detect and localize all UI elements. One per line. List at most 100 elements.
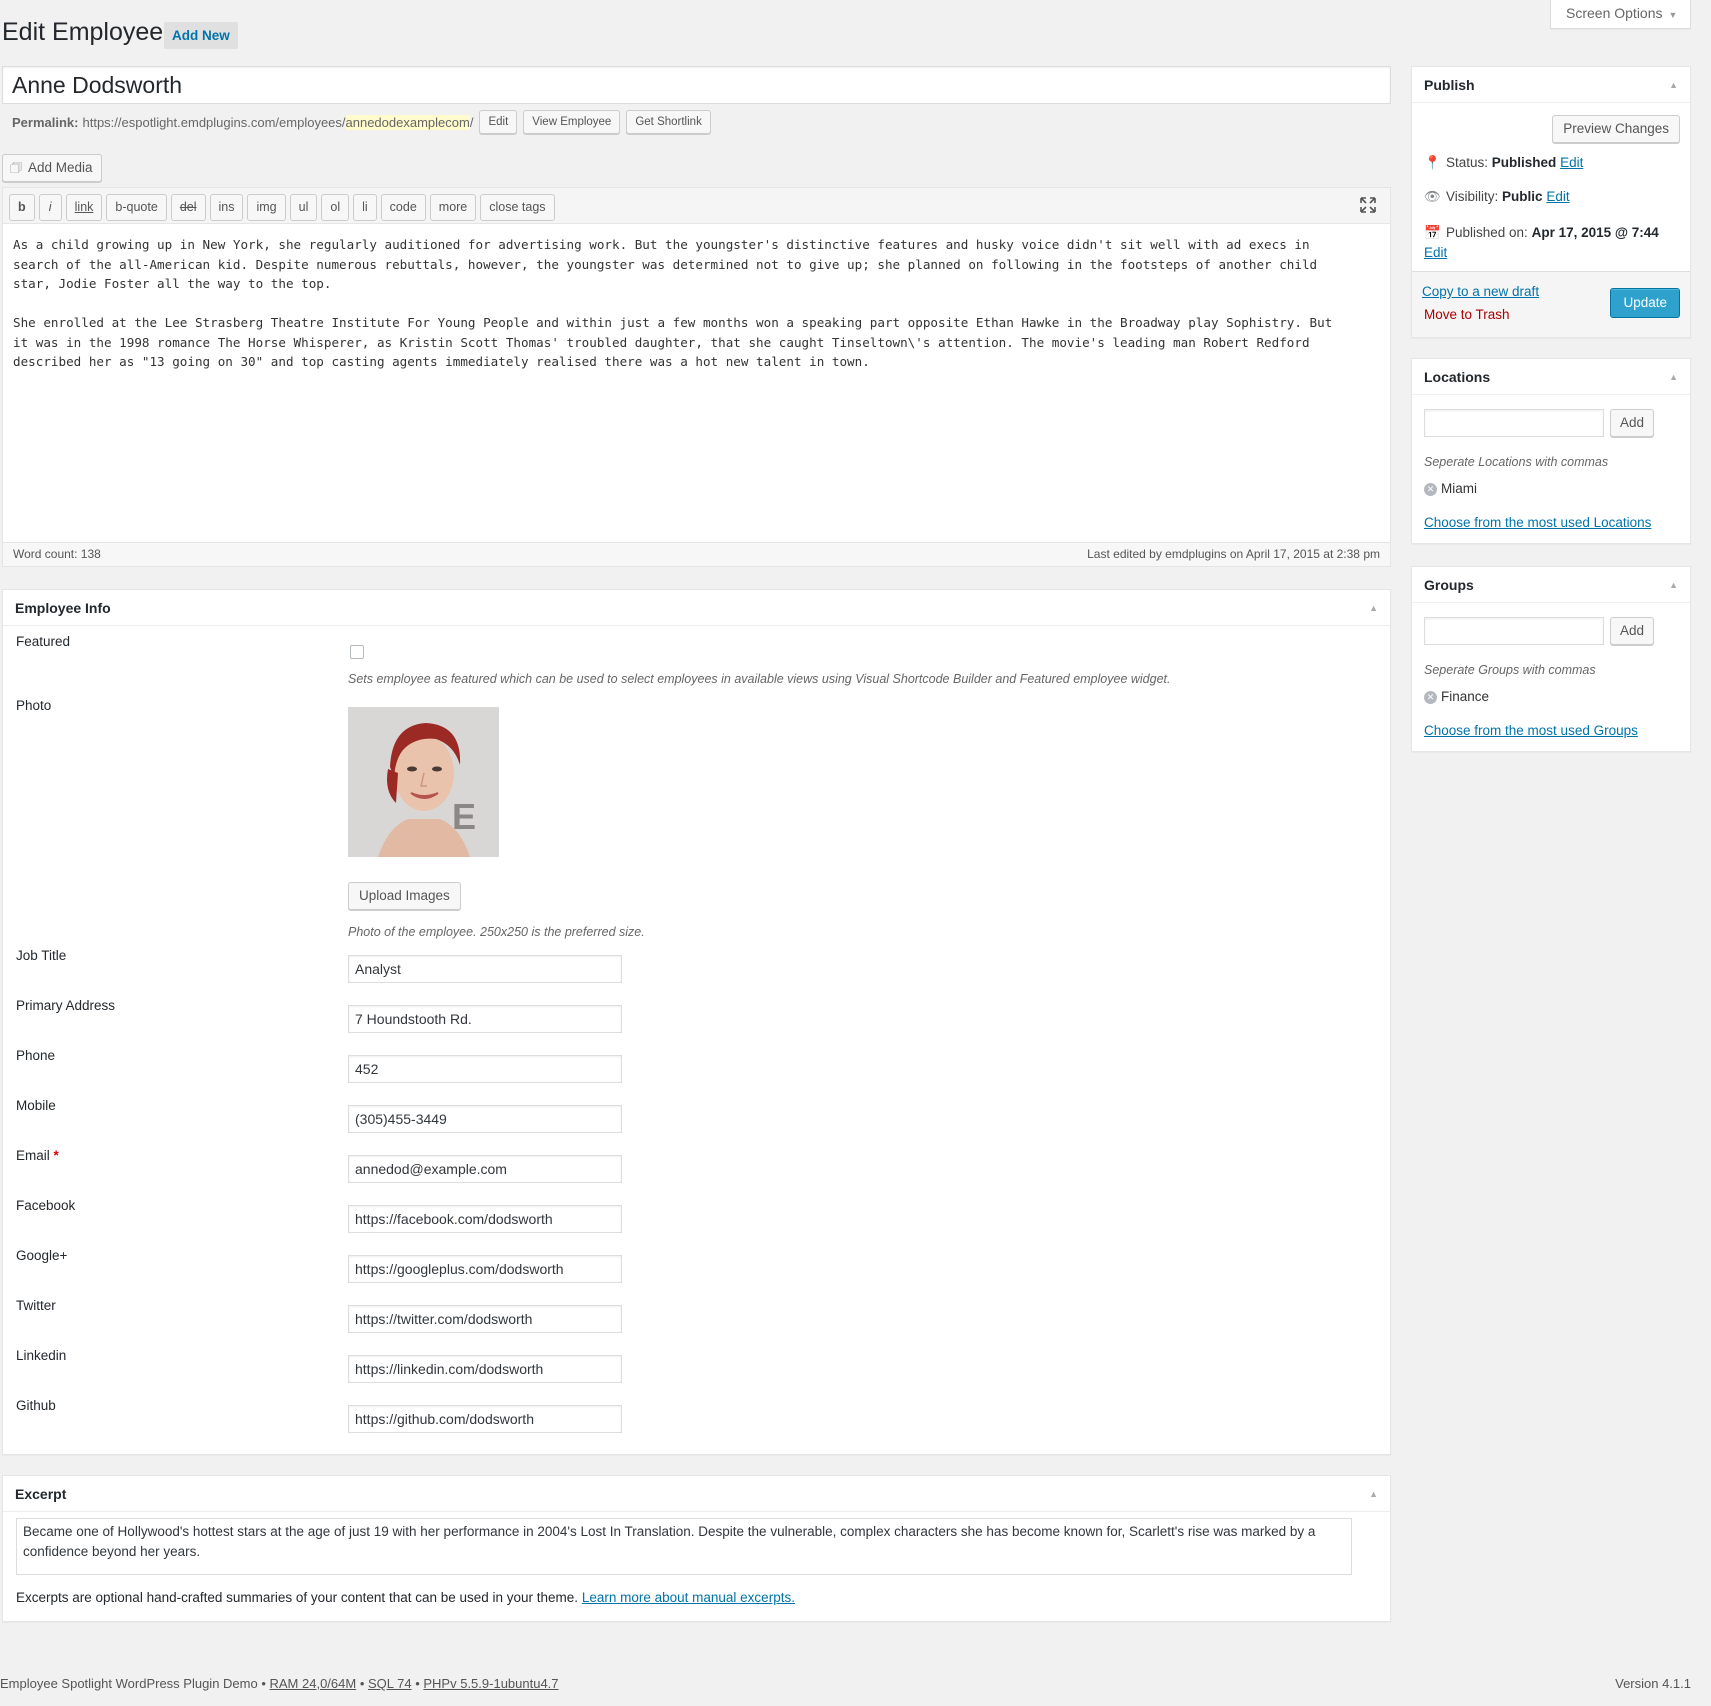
preview-changes-button[interactable]: Preview Changes [1552, 115, 1680, 143]
primary-address-input[interactable]: 7 Houndstooth Rd. [348, 1005, 622, 1033]
phone-input[interactable]: 452 [348, 1055, 622, 1083]
published-on-row: 📅 Published on: Apr 17, 2015 @ 7:44 Edit [1424, 223, 1659, 263]
copy-draft-link[interactable]: Copy to a new draft [1422, 284, 1539, 299]
get-shortlink-button[interactable]: Get Shortlink [626, 110, 711, 134]
most-used-groups-link[interactable]: Choose from the most used Groups [1424, 723, 1638, 738]
view-employee-button[interactable]: View Employee [523, 110, 621, 134]
permalink-slug[interactable]: annedodexamplecom [345, 114, 470, 130]
featured-label: Featured [16, 634, 71, 649]
groups-hint: Seperate Groups with commas [1424, 663, 1596, 677]
facebook-input[interactable]: https://facebook.com/dodsworth [348, 1205, 622, 1233]
locations-header[interactable]: Locations ▲ [1412, 359, 1690, 395]
collapse-arrow-icon[interactable]: ▲ [1669, 67, 1678, 103]
github-label: Github [16, 1398, 56, 1413]
excerpt-box: Excerpt ▲ Became one of Hollywood's hott… [2, 1475, 1391, 1622]
qt-more-button[interactable]: more [429, 194, 477, 221]
add-group-button[interactable]: Add [1610, 617, 1655, 645]
remove-tag-icon[interactable]: ✕ [1424, 483, 1437, 496]
learn-more-excerpts-link[interactable]: Learn more about manual excerpts. [582, 1590, 795, 1605]
caret-down-icon: ▼ [1668, 10, 1678, 20]
status-value: Published [1491, 155, 1557, 170]
mobile-label: Mobile [16, 1098, 56, 1113]
qt-bold-button[interactable]: b [9, 194, 35, 221]
permalink-label: Permalink: [12, 114, 79, 130]
qt-blockquote-button[interactable]: b-quote [106, 194, 167, 221]
page-title: Edit Employee [2, 18, 164, 46]
editor-status-bar: Word count: 138 Last edited by emdplugin… [3, 542, 1390, 566]
collapse-arrow-icon[interactable]: ▲ [1669, 567, 1678, 603]
footer-separator: • [257, 1676, 270, 1691]
required-marker: * [53, 1148, 59, 1163]
googleplus-input[interactable]: https://googleplus.com/dodsworth [348, 1255, 622, 1283]
remove-tag-icon[interactable]: ✕ [1424, 691, 1437, 704]
featured-description: Sets employee as featured which can be u… [348, 672, 1171, 686]
upload-images-button[interactable]: Upload Images [348, 882, 461, 910]
groups-header[interactable]: Groups ▲ [1412, 567, 1690, 603]
footer-separator: • [411, 1676, 424, 1691]
footer-sql: SQL 74 [367, 1676, 412, 1691]
eye-icon: 👁 [1424, 189, 1442, 204]
employee-info-title: Employee Info [15, 600, 111, 616]
employee-info-header[interactable]: Employee Info ▲ [3, 590, 1390, 626]
most-used-locations-link[interactable]: Choose from the most used Locations [1424, 515, 1651, 530]
locations-hint: Seperate Locations with commas [1424, 455, 1609, 469]
add-media-button[interactable]: 🗇 Add Media [2, 154, 102, 182]
permalink-base: https://espotlight.emdplugins.com/employ… [82, 114, 346, 130]
email-input[interactable]: annedod@example.com [348, 1155, 622, 1183]
content-textarea[interactable]: As a child growing up in New York, she r… [13, 235, 1383, 372]
email-label: Email [16, 1148, 50, 1163]
excerpt-header[interactable]: Excerpt ▲ [3, 1476, 1390, 1512]
qt-italic-button[interactable]: i [38, 194, 62, 221]
job-title-input[interactable]: Analyst [348, 955, 622, 983]
linkedin-input[interactable]: https://linkedin.com/dodsworth [348, 1355, 622, 1383]
footer-version: Version 4.1.1 [1615, 1676, 1691, 1691]
phone-label: Phone [16, 1048, 56, 1063]
collapse-arrow-icon[interactable]: ▲ [1669, 359, 1678, 395]
expand-icon [1360, 197, 1376, 213]
edit-permalink-button[interactable]: Edit [479, 110, 518, 134]
collapse-arrow-icon[interactable]: ▲ [1369, 590, 1378, 626]
qt-li-button[interactable]: li [353, 194, 377, 221]
collapse-arrow-icon[interactable]: ▲ [1369, 1476, 1378, 1512]
edit-visibility-link[interactable]: Edit [1546, 189, 1569, 204]
footer-php: PHPv 5.5.9-1ubuntu4.7 [423, 1676, 559, 1691]
photo-label: Photo [16, 698, 52, 713]
qt-ul-button[interactable]: ul [289, 194, 318, 221]
edit-status-link[interactable]: Edit [1560, 155, 1583, 170]
published-label: Published on: [1446, 225, 1528, 240]
add-location-button[interactable]: Add [1610, 409, 1655, 437]
publish-header[interactable]: Publish ▲ [1412, 67, 1690, 103]
group-input[interactable] [1424, 617, 1604, 645]
featured-checkbox[interactable] [350, 645, 364, 659]
footer-site: Employee Spotlight WordPress Plugin Demo [0, 1676, 258, 1691]
qt-del-button[interactable]: del [170, 194, 206, 221]
qt-ins-button[interactable]: ins [209, 194, 244, 221]
qt-code-button[interactable]: code [380, 194, 426, 221]
footer-ram: RAM 24,0/64M [269, 1676, 357, 1691]
qt-link-button[interactable]: link [65, 194, 103, 221]
twitter-input[interactable]: https://twitter.com/dodsworth [348, 1305, 622, 1333]
excerpt-title: Excerpt [15, 1486, 67, 1502]
group-tag-label: Finance [1441, 689, 1490, 704]
post-title-input[interactable]: Anne Dodsworth [2, 66, 1391, 104]
footer-info: Employee Spotlight WordPress Plugin Demo… [0, 1676, 559, 1691]
qt-img-button[interactable]: img [247, 194, 286, 221]
job-title-label: Job Title [16, 948, 67, 963]
move-to-trash-link[interactable]: Move to Trash [1424, 307, 1510, 322]
update-button[interactable]: Update [1610, 288, 1680, 318]
twitter-label: Twitter [16, 1298, 56, 1313]
location-input[interactable] [1424, 409, 1604, 437]
add-new-button[interactable]: Add New [164, 22, 238, 49]
qt-close-tags-button[interactable]: close tags [480, 194, 555, 221]
github-input[interactable]: https://github.com/dodsworth [348, 1405, 622, 1433]
screen-options-button[interactable]: Screen Options ▼ [1550, 0, 1691, 29]
visibility-value: Public [1502, 189, 1543, 204]
qt-ol-button[interactable]: ol [321, 194, 350, 221]
mobile-input[interactable]: (305)455-3449 [348, 1105, 622, 1133]
primary-address-label: Primary Address [16, 998, 116, 1013]
excerpt-textarea[interactable]: Became one of Hollywood's hottest stars … [16, 1518, 1352, 1575]
status-row: 📍 Status: Published Edit [1424, 155, 1583, 171]
fullscreen-icon[interactable] [1358, 196, 1378, 216]
edit-date-link[interactable]: Edit [1424, 245, 1447, 260]
groups-title: Groups [1424, 577, 1474, 593]
